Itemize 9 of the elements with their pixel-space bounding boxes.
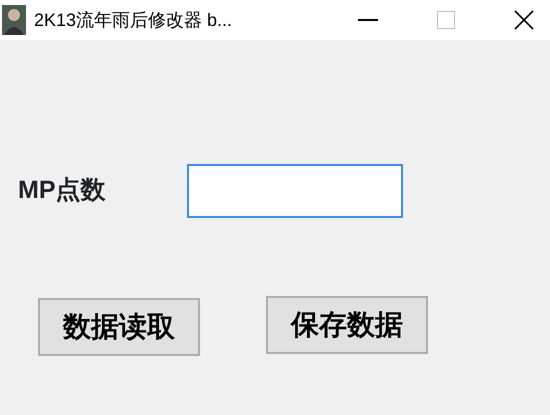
input-field[interactable]	[187, 164, 403, 218]
app-icon	[2, 5, 26, 35]
minimize-icon	[358, 19, 378, 21]
field-label: MP点数	[18, 175, 106, 206]
window-title: 2K13流年雨后修改器 b...	[34, 8, 234, 32]
action-button[interactable]: 保存数据	[266, 296, 428, 354]
action-button[interactable]: 数据读取	[38, 298, 200, 356]
close-icon	[514, 10, 534, 30]
maximize-icon	[437, 11, 455, 29]
